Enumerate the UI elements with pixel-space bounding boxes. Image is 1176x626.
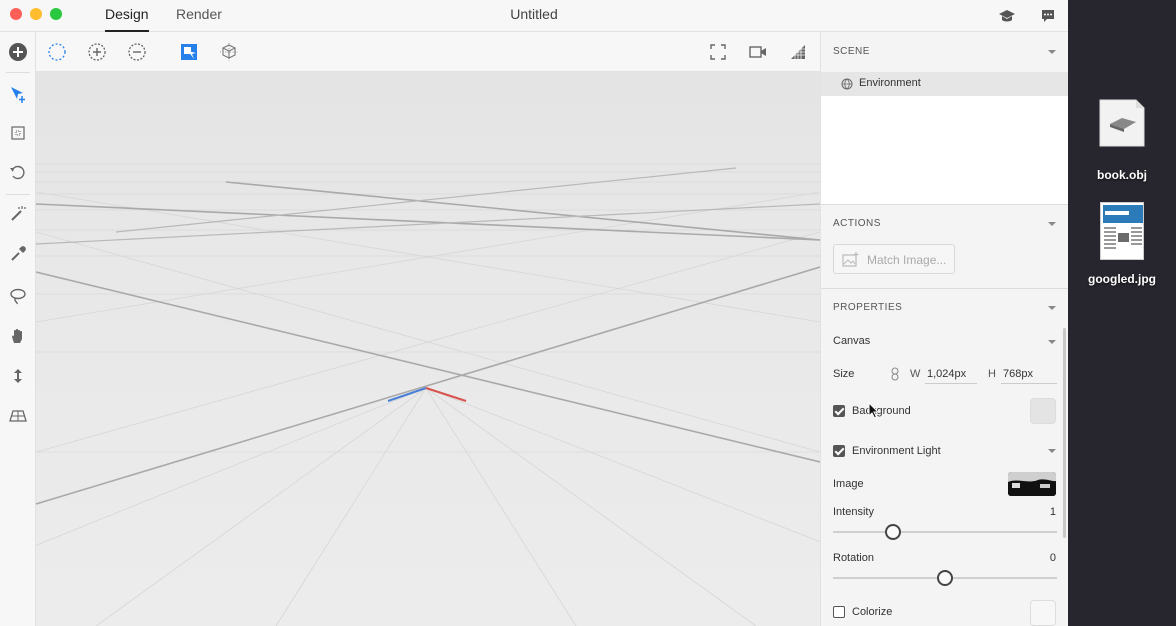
colorize-checkbox[interactable] xyxy=(833,606,845,618)
link-icon[interactable] xyxy=(891,367,899,384)
learn-icon[interactable] xyxy=(997,6,1017,26)
add-content-button[interactable] xyxy=(6,40,30,64)
intensity-slider-thumb[interactable] xyxy=(885,524,902,540)
background-label: Background xyxy=(852,405,911,417)
chevron-down-icon[interactable] xyxy=(1048,50,1056,54)
tab-design[interactable]: Design xyxy=(105,0,149,32)
selection-circle-icon[interactable] xyxy=(45,40,69,64)
desktop-file-book-obj[interactable]: book.obj xyxy=(1068,98,1176,182)
environment-light-checkbox[interactable] xyxy=(833,445,845,457)
panel-scrollbar[interactable] xyxy=(1063,328,1066,538)
divider xyxy=(821,204,1068,205)
chevron-down-icon[interactable] xyxy=(1048,222,1056,226)
feedback-icon[interactable] xyxy=(1038,6,1058,26)
tab-render[interactable]: Render xyxy=(176,0,222,32)
canvas-label[interactable]: Canvas xyxy=(833,335,870,347)
magic-wand-icon[interactable] xyxy=(6,202,30,226)
match-image-label: Match Image... xyxy=(867,253,947,267)
canvas-viewport[interactable] xyxy=(36,72,820,626)
colorize-color-swatch[interactable] xyxy=(1030,600,1056,626)
top-toolbar xyxy=(36,32,820,72)
chevron-down-icon[interactable] xyxy=(1048,340,1056,344)
ground-plane-icon[interactable] xyxy=(786,40,810,64)
environment-image-thumbnail[interactable] xyxy=(1008,472,1056,496)
width-field[interactable]: 1,024px xyxy=(925,364,977,384)
environment-light-label: Environment Light xyxy=(852,445,941,457)
perspective-tool-icon[interactable] xyxy=(6,404,30,428)
eyedropper-icon[interactable] xyxy=(6,242,30,266)
add-selection-icon[interactable] xyxy=(85,40,109,64)
minimize-window-button[interactable] xyxy=(30,8,42,20)
scene-item-environment[interactable]: Environment xyxy=(821,72,1068,96)
image-icon xyxy=(842,252,860,271)
scene-header[interactable]: SCENE xyxy=(833,46,870,57)
actions-header[interactable]: ACTIONS xyxy=(833,218,881,229)
properties-header[interactable]: PROPERTIES xyxy=(833,302,902,313)
lasso-tool-icon[interactable] xyxy=(6,284,30,308)
hand-tool-icon[interactable] xyxy=(6,324,30,348)
width-value: 1,024px xyxy=(927,368,967,380)
chevron-down-icon[interactable] xyxy=(1048,306,1056,310)
rail-divider xyxy=(6,72,30,73)
vertical-move-icon[interactable] xyxy=(6,364,30,388)
file-name: googled.jpg xyxy=(1088,272,1156,286)
image-label: Image xyxy=(833,478,864,490)
width-label: W xyxy=(910,368,921,380)
ground-grid xyxy=(36,72,820,626)
document-title: Untitled xyxy=(510,6,558,22)
file-name: book.obj xyxy=(1097,168,1147,182)
intensity-value: 1 xyxy=(1049,506,1056,518)
height-value: 768px xyxy=(1003,368,1033,380)
zoom-window-button[interactable] xyxy=(50,8,62,20)
match-image-button[interactable]: Match Image... xyxy=(833,244,955,274)
subtract-selection-icon[interactable] xyxy=(125,40,149,64)
background-checkbox[interactable] xyxy=(833,405,845,417)
size-label: Size xyxy=(833,368,855,380)
scene-list-area xyxy=(821,96,1068,204)
close-window-button[interactable] xyxy=(10,8,22,20)
move-tool-icon[interactable] xyxy=(6,82,30,106)
rotation-slider-thumb[interactable] xyxy=(937,570,953,586)
app-window: Design Render Untitled SCENE Environment… xyxy=(0,0,1068,626)
height-label: H xyxy=(988,368,996,380)
mouse-cursor xyxy=(868,401,880,423)
divider xyxy=(821,288,1068,289)
intensity-label: Intensity xyxy=(833,506,874,518)
properties-panel: SCENE Environment ACTIONS Match Image...… xyxy=(820,32,1068,626)
frame-tool-icon[interactable] xyxy=(6,121,30,145)
scene-item-label: Environment xyxy=(859,77,921,89)
height-field[interactable]: 768px xyxy=(1001,364,1057,384)
select-object-icon[interactable] xyxy=(177,40,201,64)
rotation-value: 0 xyxy=(1049,552,1056,564)
tool-rail xyxy=(0,32,36,626)
chevron-down-icon[interactable] xyxy=(1048,449,1056,453)
desktop-file-googled-jpg[interactable]: googled.jpg xyxy=(1068,202,1176,286)
obj-file-icon xyxy=(1092,98,1152,158)
rotation-label: Rotation xyxy=(833,552,874,564)
globe-icon xyxy=(841,78,853,93)
jpg-file-thumbnail xyxy=(1100,202,1144,260)
desktop: book.obj googled.jpg xyxy=(1068,0,1176,626)
camera-view-icon[interactable] xyxy=(746,40,770,64)
rotate-tool-icon[interactable] xyxy=(6,160,30,184)
intensity-slider-track[interactable] xyxy=(833,531,1057,533)
select-material-icon[interactable] xyxy=(217,40,241,64)
fit-view-icon[interactable] xyxy=(706,40,730,64)
background-color-swatch[interactable] xyxy=(1030,398,1056,424)
title-bar: Design Render Untitled xyxy=(0,0,1068,32)
colorize-label: Colorize xyxy=(852,606,893,618)
rail-divider xyxy=(6,194,30,195)
